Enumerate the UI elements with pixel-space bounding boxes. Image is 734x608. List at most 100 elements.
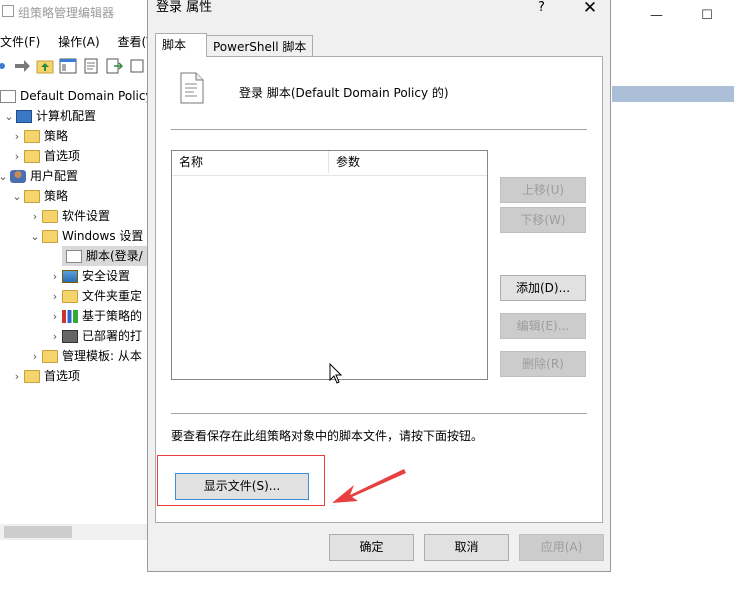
folder-icon	[24, 370, 40, 383]
tree-item-default-domain-policy[interactable]: Default Domain Policy [	[0, 86, 161, 106]
tab-scripts[interactable]: 脚本	[155, 33, 207, 57]
folder-icon	[24, 150, 40, 163]
tree-item-user-policies[interactable]: ⌄ 策略	[10, 186, 68, 206]
menu-file[interactable]: 文件(F)	[0, 33, 40, 50]
move-down-button[interactable]: 下移(W)	[500, 207, 586, 233]
chevron-down-icon[interactable]: ⌄	[0, 167, 10, 187]
folder-icon	[62, 290, 78, 303]
editor-title: 组策略管理编辑器	[18, 6, 115, 20]
add-button[interactable]: 添加(D)...	[500, 275, 586, 301]
show-files-button[interactable]: 显示文件(S)...	[175, 473, 309, 500]
chart-icon	[62, 310, 78, 323]
chevron-right-icon[interactable]: ›	[10, 147, 24, 167]
tree-item-label: 首选项	[44, 149, 81, 163]
column-header-name[interactable]: 名称	[172, 151, 329, 173]
tree-item-label: 软件设置	[62, 209, 111, 223]
divider	[171, 129, 587, 130]
divider	[171, 413, 587, 414]
scrollbar-thumb[interactable]	[4, 526, 72, 538]
edit-button[interactable]: 编辑(E)...	[500, 313, 586, 339]
chevron-down-icon[interactable]: ⌄	[2, 107, 16, 127]
menu-action[interactable]: 操作(A)	[58, 33, 100, 50]
mouse-cursor-icon	[329, 363, 343, 384]
back-icon[interactable]	[0, 58, 8, 74]
shield-icon	[62, 270, 78, 283]
script-icon	[66, 250, 82, 263]
column-header-parameters[interactable]: 参数	[329, 151, 479, 173]
tree-item-security-settings[interactable]: › 安全设置	[48, 266, 130, 286]
folder-icon	[24, 190, 40, 203]
tree-item-label: Windows 设置	[62, 229, 144, 243]
help-book-icon[interactable]	[128, 58, 146, 74]
tree-item-label: 首选项	[44, 369, 81, 383]
ok-button[interactable]: 确定	[329, 534, 414, 561]
chevron-down-icon[interactable]: ⌄	[10, 187, 24, 207]
maximize-icon[interactable]: ☐	[701, 8, 713, 23]
move-up-button[interactable]: 上移(U)	[500, 177, 586, 203]
tree-item-computer-preferences[interactable]: › 首选项	[10, 146, 80, 166]
folder-icon	[42, 210, 58, 223]
editor-toolbar	[0, 58, 151, 78]
folder-icon	[42, 350, 58, 363]
tree-item-software-settings[interactable]: › 软件设置	[28, 206, 110, 226]
tree-item-label: 策略	[44, 189, 69, 203]
editor-window-controls: — ☐	[650, 8, 713, 23]
properties-icon[interactable]	[82, 58, 100, 74]
list-header: 名称 参数	[172, 151, 487, 176]
chevron-right-icon[interactable]: ›	[10, 367, 24, 387]
tree-item-label: 计算机配置	[36, 109, 97, 123]
chevron-right-icon[interactable]: ›	[28, 207, 42, 227]
tree-item-label: 策略	[44, 129, 69, 143]
help-icon[interactable]: ?	[538, 0, 545, 15]
chevron-right-icon[interactable]: ›	[28, 347, 42, 367]
script-icon	[0, 90, 16, 103]
dialog-title: 登录 属性	[156, 0, 213, 15]
tree-item-label: Default Domain Policy [	[20, 89, 162, 103]
tree-item-windows-settings[interactable]: ⌄ Windows 设置	[28, 226, 143, 246]
close-icon[interactable]: ✕	[578, 0, 602, 18]
tree-item-computer-config[interactable]: ⌄ 计算机配置	[2, 106, 96, 126]
tree-item-user-preferences[interactable]: › 首选项	[10, 366, 80, 386]
chevron-right-icon[interactable]: ›	[10, 127, 24, 147]
export-list-icon[interactable]	[105, 58, 124, 74]
tree-item-user-config[interactable]: ⌄ 用户配置	[0, 166, 78, 186]
annotation-arrow-icon	[332, 469, 406, 503]
show-hide-tree-icon[interactable]	[59, 58, 77, 74]
scripts-tab-panel: 登录 脚本(Default Domain Policy 的) 名称 参数 上移(…	[155, 56, 603, 523]
scripts-list[interactable]: 名称 参数	[171, 150, 488, 380]
user-icon	[10, 170, 26, 183]
tree-item-label: 管理模板: 从本	[62, 349, 142, 363]
chevron-right-icon[interactable]: ›	[48, 267, 62, 287]
minimize-icon[interactable]: —	[650, 8, 663, 23]
tree-item-admin-templates[interactable]: › 管理模板: 从本	[28, 346, 142, 366]
tree-item-computer-policies[interactable]: › 策略	[10, 126, 68, 146]
chevron-right-icon[interactable]: ›	[48, 307, 62, 327]
tree-item-label: 安全设置	[82, 269, 131, 283]
up-folder-icon[interactable]	[36, 58, 54, 74]
folder-icon	[42, 230, 58, 243]
details-pane-header	[612, 86, 734, 102]
chevron-right-icon[interactable]: ›	[48, 327, 62, 347]
tree-item-label: 用户配置	[30, 169, 79, 183]
app-icon	[2, 5, 14, 17]
tree-item-label: 已部署的打	[82, 329, 143, 343]
apply-button[interactable]: 应用(A)	[519, 534, 604, 561]
chevron-right-icon[interactable]: ›	[48, 287, 62, 307]
tree-item-deployed-printers[interactable]: › 已部署的打	[48, 326, 142, 346]
tree-item-folder-redirection[interactable]: › 文件夹重定	[48, 286, 142, 306]
folder-icon	[24, 130, 40, 143]
editor-title-bar: 组策略管理编辑器	[0, 4, 114, 26]
tree-item-policy-based-qos[interactable]: › 基于策略的	[48, 306, 142, 326]
tab-powershell-scripts[interactable]: PowerShell 脚本	[206, 35, 314, 57]
cancel-button[interactable]: 取消	[424, 534, 509, 561]
tree-item-scripts[interactable]: 脚本(登录/	[62, 246, 151, 266]
script-document-icon	[180, 72, 204, 104]
forward-icon[interactable]	[13, 58, 31, 74]
tree-item-label: 基于策略的	[82, 309, 143, 323]
printer-icon	[62, 330, 78, 343]
show-files-hint: 要查看保存在此组策略对象中的脚本文件，请按下面按钮。	[171, 429, 484, 443]
computer-icon	[16, 110, 32, 123]
remove-button[interactable]: 删除(R)	[500, 351, 586, 377]
chevron-down-icon[interactable]: ⌄	[28, 227, 42, 247]
tree-item-label: 脚本(登录/	[86, 249, 143, 263]
